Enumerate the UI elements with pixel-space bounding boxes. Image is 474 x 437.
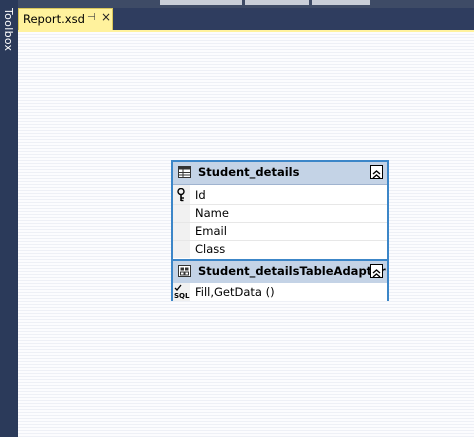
datatable-student-details[interactable]: Student_details Id Name Email Class Stud… bbox=[171, 160, 389, 301]
pin-icon[interactable]: ⊣ bbox=[87, 12, 96, 23]
collapse-button[interactable] bbox=[370, 165, 383, 179]
top-strip-segment bbox=[160, 0, 242, 5]
double-chevron-up-icon bbox=[372, 269, 381, 278]
top-strip-segment bbox=[245, 0, 309, 5]
tableadapter-header[interactable]: Student_detailsTableAdapter bbox=[173, 259, 387, 284]
primary-key-icon bbox=[177, 188, 185, 202]
tableadapter-title: Student_detailsTableAdapter bbox=[198, 264, 386, 278]
sql-query-icon: SQL bbox=[174, 284, 189, 300]
column-row[interactable]: Name bbox=[173, 204, 387, 223]
query-name: Fill,GetData () bbox=[195, 285, 275, 299]
top-window-strip bbox=[0, 0, 474, 8]
toolbox-label[interactable]: Toolbox bbox=[2, 8, 15, 51]
datatable-title: Student_details bbox=[198, 165, 300, 179]
tableadapter-icon bbox=[178, 265, 191, 277]
tab-label: Report.xsd bbox=[23, 12, 85, 26]
query-gutter: SQL bbox=[173, 283, 190, 301]
column-row[interactable]: Email bbox=[173, 222, 387, 241]
checkmark-icon bbox=[174, 284, 182, 291]
close-icon[interactable]: × bbox=[101, 10, 111, 24]
column-row[interactable]: Class bbox=[173, 240, 387, 258]
datatable-header[interactable]: Student_details bbox=[173, 162, 387, 185]
toolbox-panel[interactable]: Toolbox bbox=[0, 0, 18, 437]
datatable-icon bbox=[178, 166, 191, 178]
tab-report-xsd[interactable]: Report.xsd ⊣ × bbox=[18, 8, 113, 30]
column-name: Email bbox=[195, 224, 227, 238]
column-name: Name bbox=[195, 206, 229, 220]
top-strip-segment bbox=[312, 0, 370, 5]
column-name: Class bbox=[195, 242, 226, 256]
sql-icon-label: SQL bbox=[174, 292, 190, 300]
column-name: Id bbox=[195, 188, 206, 202]
query-row[interactable]: SQL Fill,GetData () bbox=[173, 283, 387, 301]
double-chevron-up-icon bbox=[372, 170, 381, 179]
column-row[interactable]: Id bbox=[173, 186, 387, 205]
collapse-button[interactable] bbox=[370, 264, 383, 278]
